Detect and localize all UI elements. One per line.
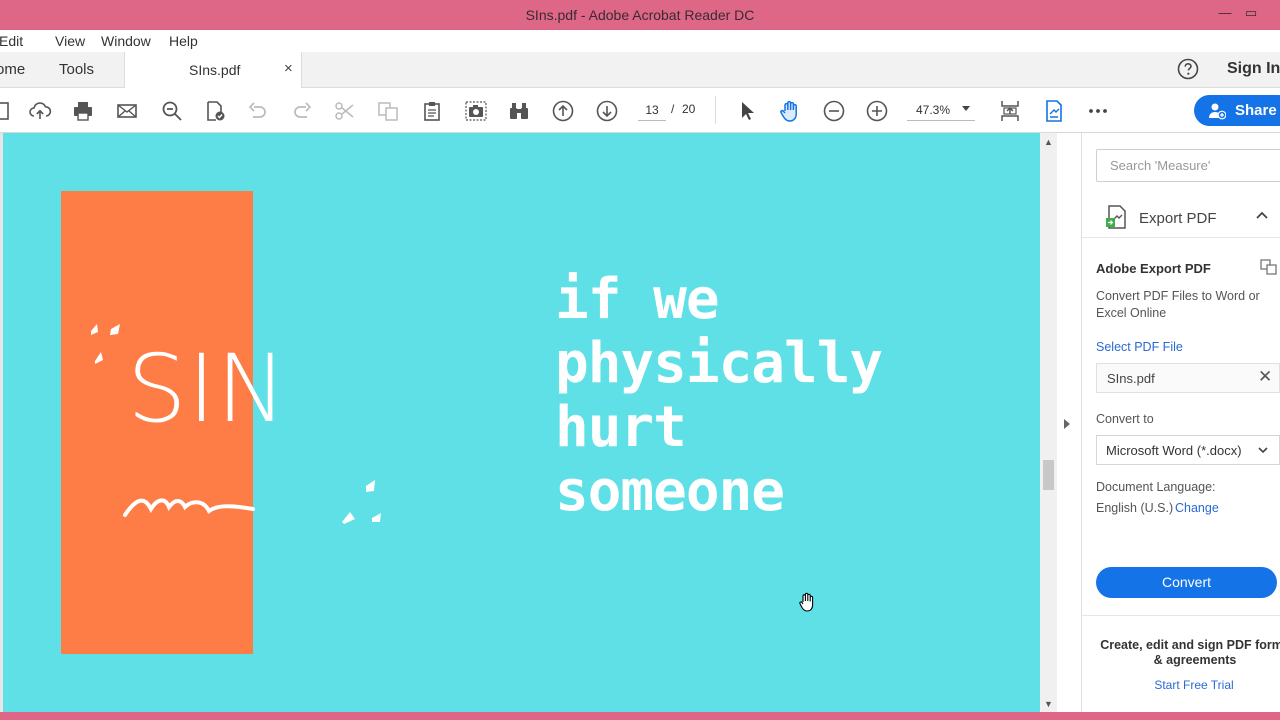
title-bar: SIns.pdf - Adobe Acrobat Reader DC — ▭ bbox=[0, 0, 1280, 30]
acrobat-window: SIns.pdf - Adobe Acrobat Reader DC — ▭ E… bbox=[0, 0, 1280, 720]
menu-window[interactable]: Window bbox=[101, 33, 151, 49]
convert-button[interactable]: Convert bbox=[1096, 567, 1277, 598]
tools-search-input[interactable]: Search 'Measure' bbox=[1096, 149, 1280, 182]
tab-home[interactable]: ome bbox=[0, 61, 25, 78]
share-user-icon bbox=[1208, 102, 1227, 120]
hand-cursor-icon bbox=[799, 592, 814, 612]
share-button[interactable]: Share bbox=[1194, 95, 1280, 126]
zoom-in-icon[interactable] bbox=[865, 99, 889, 123]
sign-in-link[interactable]: Sign In bbox=[1227, 60, 1280, 78]
export-pdf-title: Export PDF bbox=[1139, 210, 1217, 227]
menu-view[interactable]: View bbox=[55, 33, 85, 49]
scroll-up-arrow-icon[interactable]: ▲ bbox=[1044, 137, 1053, 147]
convert-format-select[interactable]: Microsoft Word (*.docx) bbox=[1096, 435, 1280, 465]
language-label: Document Language: bbox=[1096, 480, 1216, 494]
tab-tools[interactable]: Tools bbox=[59, 61, 94, 78]
upload-icon[interactable] bbox=[28, 99, 52, 123]
mail-icon[interactable] bbox=[115, 99, 139, 123]
binoculars-icon[interactable] bbox=[507, 99, 531, 123]
maximize-button[interactable]: ▭ bbox=[1241, 4, 1261, 22]
phrase-text: if we physically hurt someone bbox=[555, 267, 883, 524]
help-icon[interactable] bbox=[1177, 58, 1199, 80]
panel-heading: Adobe Export PDF bbox=[1096, 261, 1211, 276]
print-icon[interactable] bbox=[71, 99, 95, 123]
selected-file-name: SIns.pdf bbox=[1107, 371, 1155, 386]
close-tab-icon[interactable]: × bbox=[284, 60, 293, 77]
change-language-link[interactable]: Change bbox=[1175, 501, 1219, 515]
sin-title: SIN bbox=[127, 335, 288, 444]
toolbar: 13 / 20 47.3% Share bbox=[0, 88, 1280, 133]
panel-divider bbox=[1082, 615, 1280, 616]
hand-icon[interactable] bbox=[778, 99, 802, 123]
phrase-line: hurt bbox=[555, 395, 687, 460]
document-check-icon[interactable] bbox=[203, 99, 227, 123]
menu-bar: Edit View Window Help bbox=[0, 30, 1280, 52]
tab-bar: ome Tools SIns.pdf × Sign In bbox=[0, 52, 1280, 89]
export-icon[interactable] bbox=[1042, 99, 1066, 123]
undo-icon[interactable] bbox=[246, 99, 270, 123]
copy-icon[interactable] bbox=[376, 99, 400, 123]
search-icon[interactable] bbox=[160, 99, 184, 123]
tab-document[interactable]: SIns.pdf × bbox=[124, 52, 302, 89]
phrase-line: someone bbox=[555, 459, 785, 524]
snapshot-icon[interactable] bbox=[464, 99, 488, 123]
fit-page-icon[interactable] bbox=[998, 99, 1022, 123]
wave-decoration bbox=[123, 498, 255, 517]
chevron-down-icon bbox=[1257, 444, 1269, 456]
window-title: SIns.pdf - Adobe Acrobat Reader DC bbox=[525, 7, 755, 23]
collapse-panel-icon[interactable] bbox=[1064, 419, 1070, 429]
account-switch-icon[interactable] bbox=[1260, 259, 1278, 275]
panel-collapse-strip bbox=[1057, 133, 1081, 712]
promo-text: Create, edit and sign PDF forms & agreem… bbox=[1100, 638, 1280, 667]
chevron-up-icon[interactable] bbox=[1255, 208, 1269, 222]
convert-format-value: Microsoft Word (*.docx) bbox=[1106, 443, 1242, 458]
save-icon[interactable] bbox=[0, 99, 12, 123]
toolbar-divider bbox=[715, 96, 716, 124]
vertical-scrollbar[interactable]: ▲ ▼ bbox=[1040, 133, 1057, 712]
selected-file-field[interactable]: SIns.pdf ✕ bbox=[1096, 363, 1280, 393]
clear-file-icon[interactable]: ✕ bbox=[1258, 367, 1272, 387]
page-separator: / bbox=[671, 102, 675, 116]
export-pdf-icon bbox=[1106, 205, 1128, 229]
start-trial-link[interactable]: Start Free Trial bbox=[1096, 678, 1280, 692]
right-tools-panel: Search 'Measure' Export PDF Adobe Export… bbox=[1081, 133, 1280, 712]
share-label: Share bbox=[1235, 102, 1277, 119]
taskbar-strip bbox=[0, 712, 1280, 720]
scissors-icon[interactable] bbox=[333, 99, 357, 123]
select-arrow-icon[interactable] bbox=[735, 99, 759, 123]
tab-document-label: SIns.pdf bbox=[189, 62, 241, 78]
phrase-line: physically bbox=[555, 331, 883, 396]
panel-description: Convert PDF Files to Word or Excel Onlin… bbox=[1096, 289, 1260, 320]
more-icon[interactable] bbox=[1086, 99, 1110, 123]
total-pages: 20 bbox=[682, 102, 696, 116]
minimize-button[interactable]: — bbox=[1215, 4, 1235, 22]
scroll-down-arrow-icon[interactable]: ▼ bbox=[1044, 699, 1053, 709]
sparkle-decoration bbox=[91, 324, 120, 364]
menu-help[interactable]: Help bbox=[169, 33, 198, 49]
menu-edit[interactable]: Edit bbox=[0, 33, 23, 49]
phrase-line: if we bbox=[555, 267, 720, 332]
page-down-icon[interactable] bbox=[595, 99, 619, 123]
document-view[interactable]: SIN if we physically hurt someone bbox=[0, 133, 1040, 712]
export-pdf-header[interactable]: Export PDF bbox=[1082, 196, 1280, 238]
chevron-down-icon[interactable] bbox=[962, 106, 970, 111]
convert-to-label: Convert to bbox=[1096, 412, 1154, 426]
clipboard-icon[interactable] bbox=[420, 99, 444, 123]
language-value: English (U.S.) bbox=[1096, 501, 1174, 515]
zoom-out-icon[interactable] bbox=[822, 99, 846, 123]
current-page-input[interactable]: 13 bbox=[638, 99, 666, 121]
select-file-label: Select PDF File bbox=[1096, 340, 1183, 354]
redo-icon[interactable] bbox=[290, 99, 314, 123]
page-up-icon[interactable] bbox=[551, 99, 575, 123]
scroll-thumb[interactable] bbox=[1043, 460, 1054, 490]
sparkle-decoration bbox=[342, 480, 381, 524]
